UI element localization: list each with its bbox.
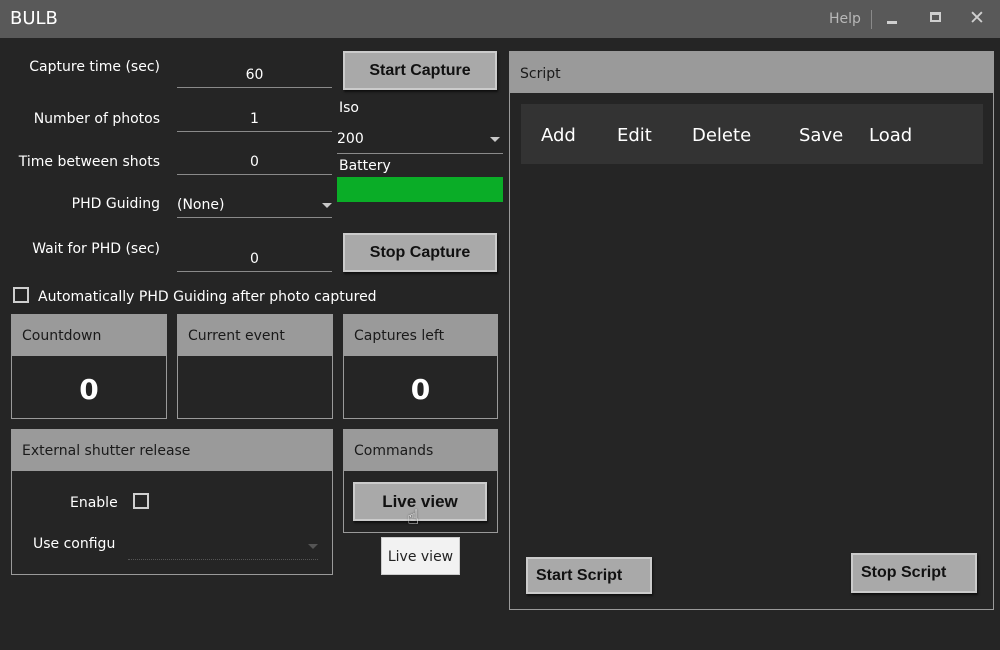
chevron-down-icon bbox=[490, 137, 500, 142]
add-button[interactable]: Add bbox=[541, 125, 576, 146]
battery-fill bbox=[337, 177, 503, 202]
script-panel: Script Add Edit Delete Save Load Start S… bbox=[509, 51, 994, 610]
time-between-input[interactable]: 0 bbox=[177, 149, 332, 175]
captures-left-value: 0 bbox=[410, 373, 431, 406]
num-photos-input[interactable]: 1 bbox=[177, 106, 332, 132]
iso-value: 200 bbox=[337, 131, 364, 147]
auto-phd-label: Automatically PHD Guiding after photo ca… bbox=[38, 289, 377, 305]
script-title: Script bbox=[510, 52, 993, 93]
use-config-select[interactable] bbox=[128, 534, 318, 560]
chevron-down-icon bbox=[322, 203, 332, 208]
wait-phd-label: Wait for PHD (sec) bbox=[32, 241, 160, 257]
num-photos-label: Number of photos bbox=[33, 111, 160, 127]
help-link[interactable]: Help bbox=[829, 11, 861, 27]
current-event-label: Current event bbox=[178, 315, 332, 356]
external-shutter-panel: External shutter release Enable Use conf… bbox=[11, 429, 333, 575]
start-capture-button[interactable]: Start Capture bbox=[343, 51, 497, 90]
captures-left-panel: Captures left 0 bbox=[343, 314, 498, 419]
captures-left-label: Captures left bbox=[344, 315, 497, 356]
stop-script-button[interactable]: Stop Script bbox=[851, 553, 977, 593]
phd-guiding-select[interactable]: (None) bbox=[177, 192, 332, 218]
save-button[interactable]: Save bbox=[799, 125, 843, 146]
minimize-icon[interactable] bbox=[887, 21, 897, 24]
stop-capture-button[interactable]: Stop Capture bbox=[343, 233, 497, 272]
time-between-label: Time between shots bbox=[18, 154, 160, 170]
external-shutter-title: External shutter release bbox=[12, 430, 332, 471]
load-button[interactable]: Load bbox=[869, 125, 912, 146]
wait-phd-input[interactable]: 0 bbox=[177, 246, 332, 272]
use-config-label: Use configu bbox=[33, 536, 115, 552]
script-list[interactable] bbox=[521, 170, 983, 550]
enable-label: Enable bbox=[70, 495, 118, 511]
current-event-panel: Current event bbox=[177, 314, 333, 419]
titlebar-separator bbox=[871, 10, 872, 29]
countdown-label: Countdown bbox=[12, 315, 166, 356]
live-view-button[interactable]: Live view bbox=[353, 482, 487, 521]
countdown-panel: Countdown 0 bbox=[11, 314, 167, 419]
enable-checkbox[interactable] bbox=[133, 493, 149, 509]
app-title: BULB bbox=[10, 8, 58, 29]
commands-title: Commands bbox=[344, 430, 497, 471]
hand-pointer-icon: ☝ bbox=[407, 505, 420, 529]
edit-button[interactable]: Edit bbox=[617, 125, 652, 146]
capture-time-input[interactable]: 60 bbox=[177, 62, 332, 88]
script-toolbar: Add Edit Delete Save Load bbox=[521, 104, 983, 164]
maximize-icon[interactable] bbox=[930, 12, 941, 22]
iso-select[interactable]: 200 bbox=[337, 126, 503, 154]
battery-label: Battery bbox=[339, 158, 391, 174]
countdown-value: 0 bbox=[79, 373, 99, 406]
delete-button[interactable]: Delete bbox=[692, 125, 751, 146]
iso-label: Iso bbox=[339, 100, 359, 116]
live-view-tooltip: Live view bbox=[381, 537, 460, 575]
commands-panel: Commands Live view bbox=[343, 429, 498, 533]
start-script-button[interactable]: Start Script bbox=[526, 557, 652, 594]
chevron-down-icon bbox=[308, 544, 318, 549]
capture-time-label: Capture time (sec) bbox=[29, 59, 160, 75]
auto-phd-checkbox[interactable] bbox=[13, 287, 29, 303]
phd-guiding-label: PHD Guiding bbox=[71, 196, 160, 212]
battery-bar bbox=[337, 177, 503, 202]
phd-guiding-value: (None) bbox=[177, 197, 225, 213]
close-icon[interactable]: ✕ bbox=[969, 7, 985, 29]
